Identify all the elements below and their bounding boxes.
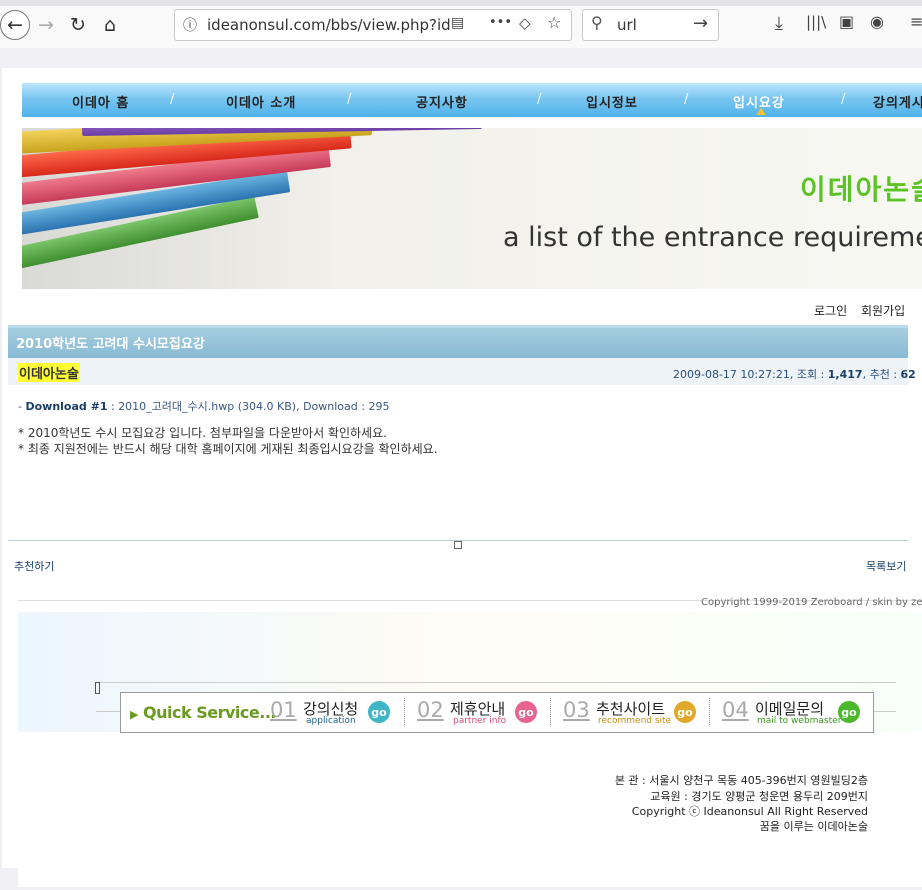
quick-service-label: ▶ Quick Service... — [130, 703, 276, 722]
nav-separator: / — [170, 92, 175, 107]
recommend-button[interactable]: 추천하기 — [14, 558, 54, 574]
frame-marker — [95, 682, 100, 694]
browser-toolbar: ← → ↻ ⌂ ⓘ ideanonsul.com/bbs/view.php?id… — [0, 0, 922, 49]
board-copyright: Copyright 1999-2019 Zeroboard / skin by … — [701, 597, 922, 608]
post-meta: 2009-08-17 10:27:21, 조회 : 1,417, 추천 : 62 — [673, 368, 916, 381]
recommend-count: 62 — [900, 368, 916, 381]
search-input[interactable]: url — [617, 16, 637, 34]
resize-handle[interactable] — [454, 541, 462, 549]
url-bar[interactable]: ⓘ ideanonsul.com/bbs/view.php?id ▤ ••• ◇… — [174, 9, 572, 41]
nav-item-notice[interactable]: 공지사항 — [416, 92, 468, 111]
bookmark-star-icon[interactable]: ☆ — [547, 13, 561, 32]
active-nav-indicator — [756, 108, 766, 115]
banner-title: 이데아논술 — [800, 173, 922, 206]
tab-strip — [0, 0, 922, 6]
nav-separator: / — [347, 92, 352, 107]
url-text[interactable]: ideanonsul.com/bbs/view.php?id — [207, 16, 451, 34]
nav-item-lectures[interactable]: 강의게시 — [873, 92, 922, 111]
banner-subtitle: a list of the entrance requirement — [503, 222, 922, 253]
quick-item-number: 01 — [270, 698, 297, 722]
attachment-line: - Download #1 : 2010_고려대_수시.hwp (304.0 K… — [18, 400, 390, 413]
list-button[interactable]: 목록보기 — [866, 558, 906, 574]
library-icon[interactable]: |||\ — [806, 13, 826, 31]
quick-separator — [550, 698, 552, 725]
go-button-application[interactable]: go — [368, 701, 390, 723]
views-count: 1,417 — [827, 368, 863, 381]
home-button[interactable]: ⌂ — [97, 12, 123, 38]
search-icon: ⚲ — [591, 13, 603, 32]
login-link[interactable]: 로그인 — [814, 302, 847, 319]
download-link[interactable]: Download #1 — [25, 400, 107, 413]
post-body-line: * 2010학년도 수시 모집요강 입니다. 첨부파일을 다운받아서 확인하세요… — [18, 426, 387, 440]
account-icon[interactable]: ◉ — [870, 12, 884, 31]
footer-address-branch: 교육원 : 경기도 양평군 청운면 용두리 209번지 — [650, 790, 868, 803]
go-button-email[interactable]: go — [838, 701, 860, 723]
quick-item-subtitle: application — [306, 716, 356, 726]
join-link[interactable]: 회원가입 — [861, 302, 905, 319]
quick-item-subtitle: partner info — [453, 716, 507, 726]
forward-arrow-icon: → — [38, 14, 54, 36]
quick-item-number: 04 — [722, 698, 749, 722]
quick-service-text: Quick Service... — [143, 703, 276, 722]
page-actions-button[interactable]: ••• — [489, 15, 512, 30]
reload-icon: ↻ — [70, 14, 86, 36]
footer-copyright: Copyright ⓒ Ideanonsul All Right Reserve… — [631, 805, 868, 818]
menu-icon[interactable]: ≡ — [910, 12, 922, 31]
quick-item-subtitle: recommend site — [598, 716, 672, 726]
play-icon: ▶ — [130, 708, 138, 721]
main-nav — [22, 83, 922, 117]
back-button[interactable]: ← — [0, 10, 30, 40]
quick-item-subtitle: mail to webmaster — [757, 716, 842, 726]
pocket-icon[interactable]: ◇ — [519, 14, 531, 32]
reader-view-icon[interactable]: ▤ — [451, 15, 464, 31]
nav-item-home[interactable]: 이데아 홈 — [72, 92, 129, 111]
go-button-partner[interactable]: go — [515, 701, 537, 723]
recommend-label: 추천 — [869, 368, 890, 381]
post-author[interactable]: 이데아논술 — [18, 363, 80, 382]
home-icon: ⌂ — [103, 14, 117, 36]
footer-address-main: 본 관 : 서울시 양천구 목동 405-396번지 영원빌딩2층 — [614, 774, 868, 787]
nav-separator: / — [684, 92, 689, 107]
downloads-icon[interactable]: ⤓ — [775, 13, 783, 34]
sidebar-icon[interactable]: ▣ — [839, 12, 854, 31]
nav-item-admission-info[interactable]: 입시정보 — [586, 92, 638, 111]
footer-slogan: 꿈을 이루는 이데아논술 — [759, 820, 868, 833]
search-bar[interactable]: ⚲ url → — [582, 9, 719, 41]
download-count-label: Download — [303, 400, 358, 413]
search-go-icon[interactable]: → — [693, 13, 708, 34]
quick-item-number: 03 — [563, 698, 590, 722]
info-icon: ⓘ — [183, 18, 197, 34]
banner-image — [22, 128, 922, 289]
post-body-line: * 최종 지원전에는 반드시 해당 대학 홈페이지에 게재된 최종입시요강을 확… — [18, 442, 438, 456]
download-count: 295 — [368, 400, 390, 413]
nav-item-about[interactable]: 이데아 소개 — [226, 92, 296, 111]
reload-button[interactable]: ↻ — [65, 12, 91, 38]
post-title: 2010학년도 고려대 수시모집요강 — [16, 337, 205, 352]
nav-separator: / — [841, 92, 846, 107]
quick-item-number: 02 — [417, 698, 444, 722]
forward-button[interactable]: → — [33, 12, 59, 38]
back-arrow-icon: ← — [7, 14, 23, 36]
go-button-recommend[interactable]: go — [674, 701, 696, 723]
views-label: 조회 — [796, 368, 818, 381]
attachment-filename[interactable]: 2010_고려대_수시.hwp (304.0 KB) — [118, 400, 296, 413]
nav-separator: / — [537, 92, 542, 107]
quick-separator — [709, 698, 711, 725]
post-date: 2009-08-17 10:27:21 — [673, 368, 790, 381]
quick-separator — [404, 698, 406, 725]
